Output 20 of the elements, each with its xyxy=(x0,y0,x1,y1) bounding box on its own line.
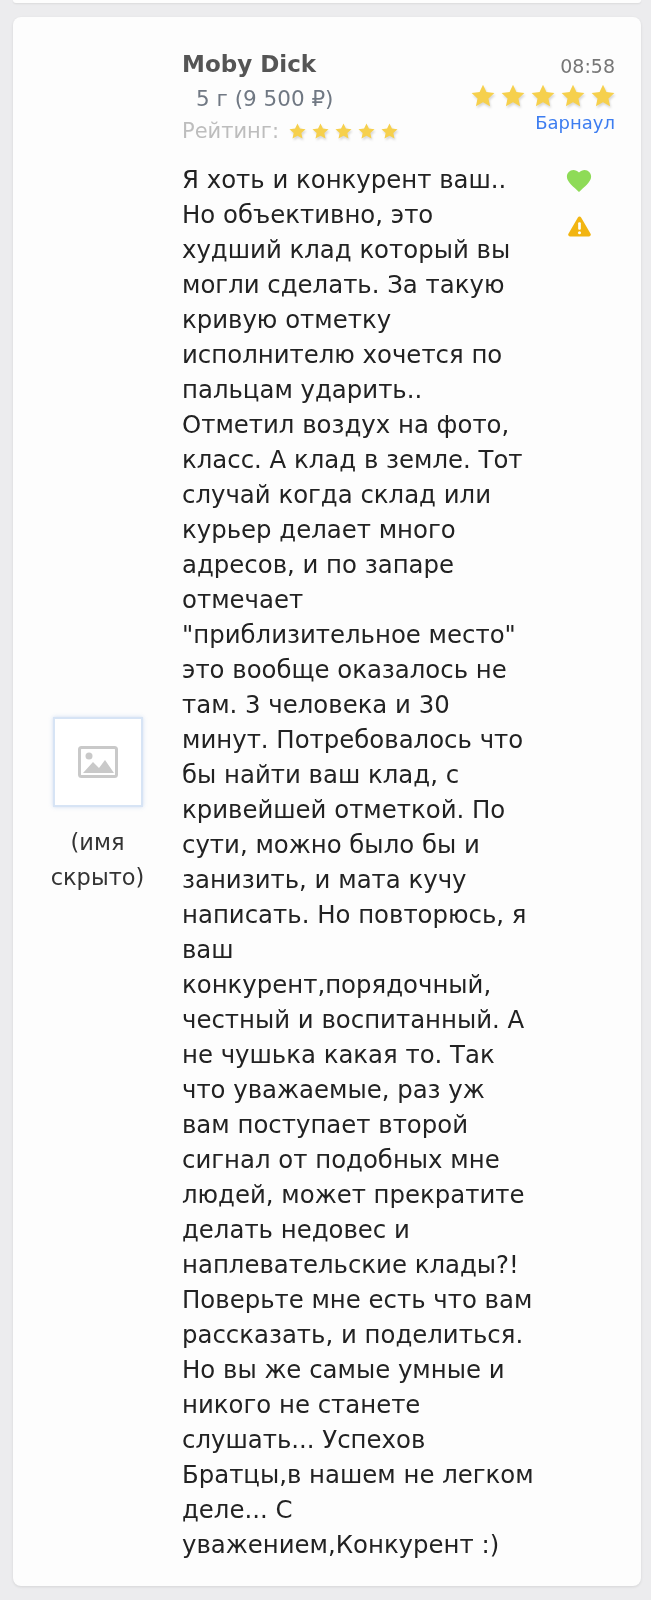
star-icon xyxy=(311,123,329,139)
star-icon xyxy=(380,123,398,139)
image-icon xyxy=(77,745,118,778)
rating-label: Рейтинг: xyxy=(182,118,279,145)
star-icon xyxy=(471,84,495,107)
star-icon xyxy=(501,84,525,107)
star-icon xyxy=(288,123,306,139)
author-name: Moby Dick xyxy=(182,50,317,79)
reviewer-name: (имя скрыто) xyxy=(49,827,146,892)
star-icon xyxy=(334,123,352,139)
city-link[interactable]: Барнаул xyxy=(535,110,615,136)
warning-icon[interactable] xyxy=(567,216,591,237)
star-icon xyxy=(531,84,555,107)
review-time: 08:58 xyxy=(560,54,615,79)
star-icon xyxy=(561,84,585,107)
product-info: 5 г (9 500 ₽) xyxy=(196,85,334,113)
star-icon xyxy=(357,123,375,139)
heart-icon[interactable] xyxy=(565,170,593,192)
review-text: Я хоть и конкурент ваш.. Но объективно, это худший клад который вы могли сделать. За такую кривую отметку исполнителю хочется по пальцам ударить.. Отметил воздух на фото, класс. А клад в земле. Тот случай когда склад или курьер делает много адресов, и по запаре отмечает "приблизительное место" это вообще оказалось не там. 3 человека и 30 минут. Потребовалось что бы найти ваш клад, с кривейшей отметкой. По сути, можно было бы и занизить, и мата кучу написать. Но повторюсь, я ваш конкурент,порядочный, честный и воспитанный. А не чушька какая то. Так что уважаемые, раз уж вам поступает второй сигнал от подобных мне людей, может прекратите делать недовес и наплевательские клады?! Поверьте мне есть что вам рассказать, и поделиться. Но вы же самые умные и никого не станете слушать... Успехов Братцы,в нашем не легком деле... С уважением,Конкурент :) xyxy=(182,164,534,1561)
star-icon xyxy=(591,84,615,107)
